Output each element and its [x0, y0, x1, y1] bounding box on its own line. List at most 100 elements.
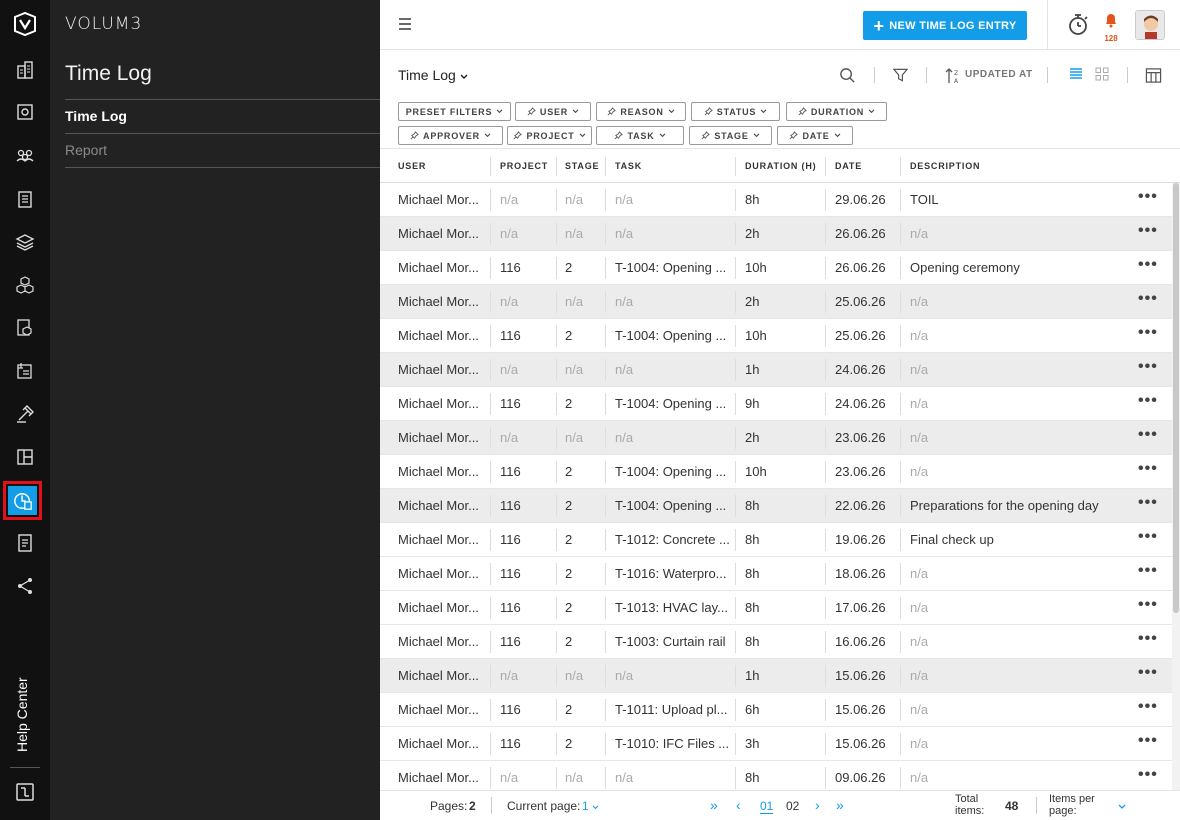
more-options-icon[interactable]: •••: [1138, 563, 1158, 579]
column-header[interactable]: DATE: [835, 161, 862, 171]
first-page-icon[interactable]: »: [710, 797, 718, 813]
view-selector[interactable]: Time Log: [398, 67, 468, 83]
logo-icon[interactable]: [12, 11, 38, 37]
more-options-icon[interactable]: •••: [1138, 699, 1158, 715]
more-options-icon[interactable]: •••: [1138, 189, 1158, 205]
report-book-icon[interactable]: [12, 530, 38, 556]
column-header[interactable]: PROJECT: [500, 161, 548, 171]
drawing-icon[interactable]: [12, 358, 38, 384]
menu-icon[interactable]: [398, 16, 412, 32]
more-options-icon[interactable]: •••: [1138, 665, 1158, 681]
search-icon[interactable]: [839, 67, 856, 89]
more-options-icon[interactable]: •••: [1138, 767, 1158, 783]
column-divider[interactable]: [735, 157, 736, 176]
more-options-icon[interactable]: •••: [1138, 529, 1158, 545]
more-options-icon[interactable]: •••: [1138, 223, 1158, 239]
notifications-button[interactable]: 128: [1102, 12, 1120, 43]
time-log-nav-button[interactable]: [3, 481, 42, 520]
page-number-1[interactable]: 01: [760, 799, 774, 814]
table-row[interactable]: Michael Mor... 116 2 T-1016: Waterpro... 8h 1…: [380, 557, 1172, 591]
sort-icon[interactable]: ZA: [944, 67, 962, 90]
filter-chip-approver[interactable]: APPROVER: [398, 126, 503, 145]
table-row[interactable]: Michael Mor... 116 2 T-1003: Curtain rail 8h…: [380, 625, 1172, 659]
filter-chip-task[interactable]: TASK: [596, 126, 684, 145]
next-page-icon[interactable]: ›: [815, 797, 820, 813]
more-options-icon[interactable]: •••: [1138, 495, 1158, 511]
filter-chip-user[interactable]: USER: [515, 102, 591, 121]
panel-item-report[interactable]: Report: [65, 142, 107, 158]
table-row[interactable]: Michael Mor... n/a n/a n/a 2h 26.06.26 n/a •••: [380, 217, 1172, 251]
new-time-log-entry-button[interactable]: + NEW TIME LOG ENTRY: [863, 11, 1027, 40]
table-row[interactable]: Michael Mor... 116 2 T-1013: HVAC lay... 8h 1…: [380, 591, 1172, 625]
help-center-link[interactable]: Help Center: [14, 677, 30, 752]
current-page-select[interactable]: 1: [582, 799, 599, 813]
column-divider[interactable]: [556, 157, 557, 176]
table-row[interactable]: Michael Mor... 116 2 T-1011: Upload pl... 6h…: [380, 693, 1172, 727]
settings-building-icon[interactable]: [12, 99, 38, 125]
share-icon[interactable]: [12, 573, 38, 599]
scrollbar-thumb[interactable]: [1173, 183, 1179, 613]
last-page-icon[interactable]: »: [836, 797, 844, 813]
sort-label[interactable]: UPDATED AT: [965, 69, 1033, 80]
help-book-icon[interactable]: [12, 779, 38, 805]
table-row[interactable]: Michael Mor... 116 2 T-1004: Opening ... 9h 2…: [380, 387, 1172, 421]
more-options-icon[interactable]: •••: [1138, 733, 1158, 749]
table-row[interactable]: Michael Mor... n/a n/a n/a 2h 25.06.26 n/a •••: [380, 285, 1172, 319]
table-row[interactable]: Michael Mor... 116 2 T-1004: Opening ... 10h…: [380, 455, 1172, 489]
filter-icon[interactable]: [892, 67, 909, 88]
more-options-icon[interactable]: •••: [1138, 597, 1158, 613]
table-row[interactable]: Michael Mor... n/a n/a n/a 1h 24.06.26 n/a •••: [380, 353, 1172, 387]
columns-icon[interactable]: [1145, 67, 1162, 89]
grid-view-icon[interactable]: [1095, 67, 1109, 86]
filter-chip-date[interactable]: DATE: [777, 126, 853, 145]
stopwatch-icon[interactable]: [1067, 13, 1089, 37]
column-divider[interactable]: [605, 157, 606, 176]
table-row[interactable]: Michael Mor... 116 2 T-1010: IFC Files ... 3…: [380, 727, 1172, 761]
filter-chip-status[interactable]: STATUS: [691, 102, 780, 121]
buildings-icon[interactable]: [12, 57, 38, 83]
more-options-icon[interactable]: •••: [1138, 393, 1158, 409]
table-row[interactable]: Michael Mor... 116 2 T-1004: Opening ... 8h 2…: [380, 489, 1172, 523]
column-header[interactable]: TASK: [615, 161, 642, 171]
more-options-icon[interactable]: •••: [1138, 325, 1158, 341]
filter-chip-stage[interactable]: STAGE: [689, 126, 772, 145]
filter-chip-preset-filters[interactable]: PRESET FILTERS: [398, 102, 511, 121]
table-row[interactable]: Michael Mor... n/a n/a n/a 2h 23.06.26 n/a •••: [380, 421, 1172, 455]
more-options-icon[interactable]: •••: [1138, 257, 1158, 273]
more-options-icon[interactable]: •••: [1138, 427, 1158, 443]
column-header[interactable]: DESCRIPTION: [910, 161, 980, 171]
more-options-icon[interactable]: •••: [1138, 359, 1158, 375]
panel-item-time-log[interactable]: Time Log: [65, 108, 127, 124]
filter-chip-duration[interactable]: DURATION: [786, 102, 887, 121]
table-row[interactable]: Michael Mor... n/a n/a n/a 8h 29.06.26 TOIL •••: [380, 183, 1172, 217]
table-row[interactable]: Michael Mor... n/a n/a n/a 1h 15.06.26 n/a •••: [380, 659, 1172, 693]
column-divider[interactable]: [490, 157, 491, 176]
more-options-icon[interactable]: •••: [1138, 461, 1158, 477]
team-icon[interactable]: [12, 143, 38, 169]
document-cube-icon[interactable]: [12, 315, 38, 341]
column-header[interactable]: USER: [398, 161, 426, 171]
scrollbar[interactable]: [1172, 183, 1180, 790]
column-divider[interactable]: [900, 157, 901, 176]
more-options-icon[interactable]: •••: [1138, 291, 1158, 307]
filter-chip-reason[interactable]: REASON: [596, 102, 686, 121]
more-options-icon[interactable]: •••: [1138, 631, 1158, 647]
table-row[interactable]: Michael Mor... n/a n/a n/a 8h 09.06.26 n/a •••: [380, 761, 1172, 790]
avatar[interactable]: [1135, 10, 1165, 40]
filter-chip-project[interactable]: PROJECT: [507, 126, 592, 145]
layout-icon[interactable]: [12, 444, 38, 470]
table-row[interactable]: Michael Mor... 116 2 T-1004: Opening ... 10h…: [380, 251, 1172, 285]
clipboard-icon[interactable]: [12, 186, 38, 212]
items-per-page-select[interactable]: [1118, 799, 1126, 813]
table-row[interactable]: Michael Mor... 116 2 T-1004: Opening ... 10h…: [380, 319, 1172, 353]
column-header[interactable]: STAGE: [565, 161, 599, 171]
cubes-icon[interactable]: [12, 272, 38, 298]
list-view-icon[interactable]: [1069, 67, 1083, 86]
hammer-icon[interactable]: [12, 401, 38, 427]
prev-page-icon[interactable]: ‹: [736, 797, 741, 813]
column-header[interactable]: DURATION (H): [745, 161, 816, 171]
layers-icon[interactable]: [12, 229, 38, 255]
table-row[interactable]: Michael Mor... 116 2 T-1012: Concrete ... 8h…: [380, 523, 1172, 557]
page-number-2[interactable]: 02: [786, 799, 799, 813]
column-divider[interactable]: [825, 157, 826, 176]
